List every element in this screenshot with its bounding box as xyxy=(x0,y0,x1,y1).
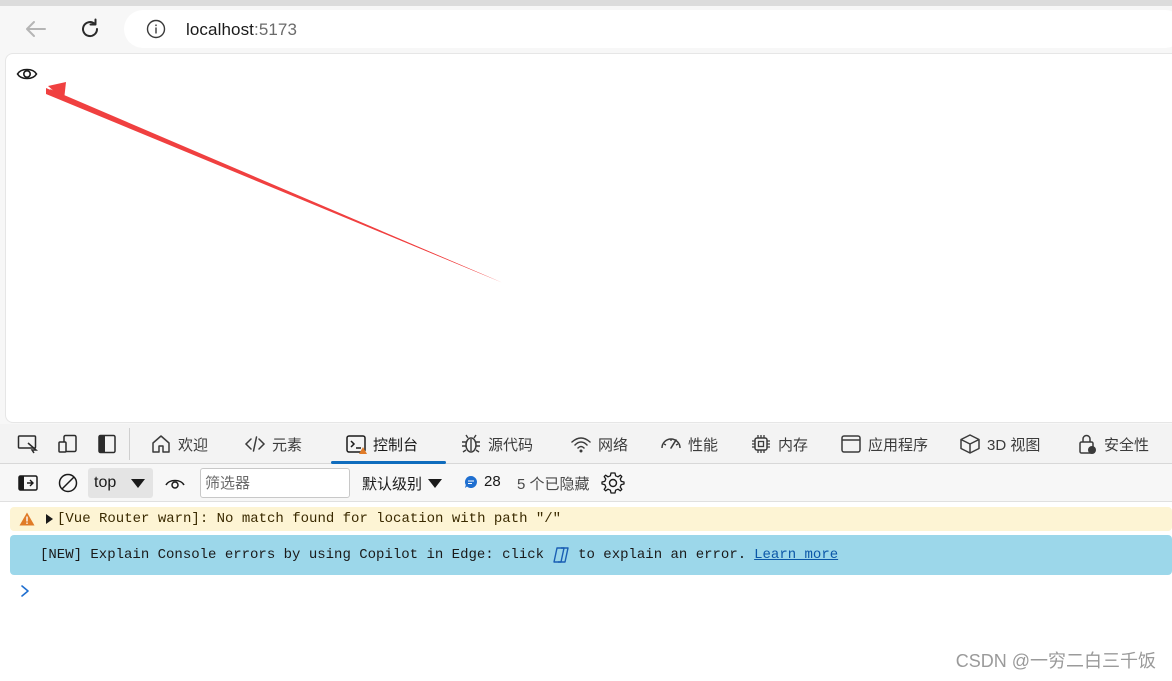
annotation-arrow xyxy=(46,82,503,283)
learn-more-link[interactable]: Learn more xyxy=(754,547,838,563)
tab-label: 控制台 xyxy=(373,436,419,454)
tab-label: 应用程序 xyxy=(868,436,929,454)
console-output: [Vue Router warn]: No match found for lo… xyxy=(0,502,1172,681)
toolbar-separator xyxy=(129,428,130,460)
filter-input[interactable] xyxy=(200,468,350,498)
tab-label: 内存 xyxy=(778,436,809,454)
tab-console[interactable]: 控制台 xyxy=(331,424,446,464)
url-text[interactable]: localhost:5173 xyxy=(186,20,297,40)
console-toolbar: top 默认级别 28 5 个已隐藏 xyxy=(0,464,1172,502)
tab-label: 网络 xyxy=(598,436,629,454)
page-viewport xyxy=(5,53,1172,423)
copilot-icon[interactable] xyxy=(552,547,570,563)
sidebar-toggle-icon[interactable] xyxy=(17,472,39,494)
reload-icon xyxy=(82,18,99,38)
gauge-icon xyxy=(661,438,681,449)
tab-performance[interactable]: 性能 xyxy=(660,424,718,464)
tab-elements[interactable]: 元素 xyxy=(244,424,302,464)
lock-icon xyxy=(1079,434,1096,454)
tab-label: 欢迎 xyxy=(178,436,209,454)
chevron-down-icon xyxy=(131,479,145,488)
browser-toolbar: localhost:5173 xyxy=(0,6,1172,52)
cube-icon xyxy=(960,434,980,454)
dock-side-icon[interactable] xyxy=(97,434,119,454)
clear-console-icon[interactable] xyxy=(57,472,79,494)
window-icon xyxy=(841,435,861,453)
tab-network[interactable]: 网络 xyxy=(570,424,628,464)
console-prompt-chevron-icon[interactable] xyxy=(19,584,31,598)
tab-memory[interactable]: 内存 xyxy=(750,424,808,464)
chip-icon xyxy=(752,435,770,453)
chevron-down-icon xyxy=(428,479,443,488)
console-warning-message[interactable]: [Vue Router warn]: No match found for lo… xyxy=(10,507,1172,531)
home-icon xyxy=(152,435,170,453)
back-arrow-icon xyxy=(26,21,46,37)
issues-counter[interactable]: 28 xyxy=(464,473,501,490)
tab-label: 3D 视图 xyxy=(987,436,1041,454)
tab-label: 性能 xyxy=(688,436,719,454)
inspect-element-icon[interactable] xyxy=(17,434,39,454)
hidden-messages-count: 5 个已隐藏 xyxy=(517,476,590,493)
log-levels-dropdown[interactable]: 默认级别 xyxy=(362,473,443,494)
site-info-icon[interactable] xyxy=(146,19,166,39)
context-value: top xyxy=(94,474,117,491)
wifi-icon xyxy=(571,437,591,453)
issues-count: 28 xyxy=(484,473,501,490)
watermark: CSDN @一穷二白三千饭 xyxy=(955,651,1156,671)
message-bubble-icon xyxy=(464,475,477,488)
tab-security[interactable]: 安全性 xyxy=(1076,424,1149,464)
tab-welcome[interactable]: 欢迎 xyxy=(150,424,208,464)
tab-sources[interactable]: 源代码 xyxy=(460,424,533,464)
devtools-tab-strip: 欢迎 元素 控制台 源代码 网络 性能 内存 应用程序 3D 视图 安全性 xyxy=(0,424,1172,464)
tab-application[interactable]: 应用程序 xyxy=(840,424,928,464)
tab-label: 安全性 xyxy=(1104,436,1150,454)
url-port: :5173 xyxy=(254,20,298,39)
info-text-before: [NEW] Explain Console errors by using Co… xyxy=(40,547,545,563)
code-icon xyxy=(244,436,266,452)
bug-icon xyxy=(462,434,480,453)
warning-text: [Vue Router warn]: No match found for lo… xyxy=(57,511,562,527)
live-expression-eye-icon[interactable] xyxy=(164,472,186,494)
address-bar[interactable]: localhost:5173 xyxy=(124,10,1172,48)
back-button[interactable] xyxy=(22,16,48,42)
gear-icon[interactable] xyxy=(601,471,625,495)
console-icon xyxy=(346,435,367,454)
tab-label: 源代码 xyxy=(488,436,534,454)
context-selector[interactable]: top xyxy=(88,468,153,498)
tab-label: 元素 xyxy=(272,436,303,454)
device-emulation-icon[interactable] xyxy=(57,434,79,454)
copilot-info-banner: [NEW] Explain Console errors by using Co… xyxy=(10,535,1172,575)
levels-label: 默认级别 xyxy=(362,476,423,493)
reload-button[interactable] xyxy=(77,16,103,42)
url-host: localhost xyxy=(186,20,254,39)
expand-triangle-icon[interactable] xyxy=(46,514,53,524)
tab-3d-view[interactable]: 3D 视图 xyxy=(959,424,1040,464)
warning-icon xyxy=(19,512,35,526)
info-text-after: to explain an error. xyxy=(578,547,747,563)
eye-icon[interactable] xyxy=(16,66,38,82)
